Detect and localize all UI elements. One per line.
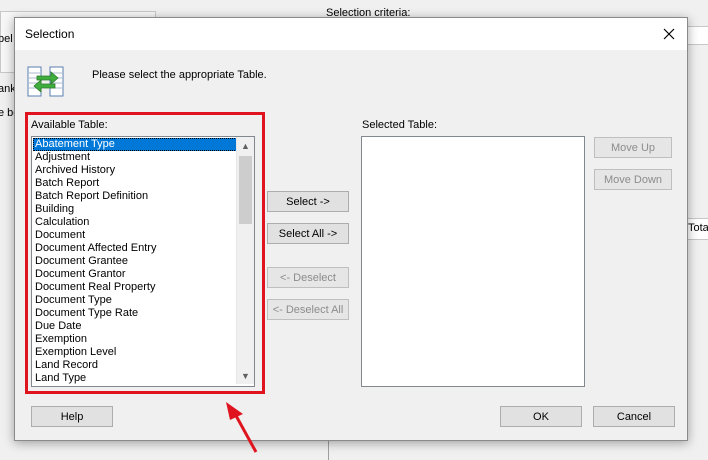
list-item[interactable]: Document Type Rate [33,307,237,320]
list-item[interactable]: Archived History [33,164,237,177]
list-item[interactable]: Document Grantee [33,255,237,268]
selected-table-label: Selected Table: [362,119,438,131]
dialog-titlebar: Selection [15,18,687,50]
deselect-all-button[interactable]: <- Deselect All [267,299,349,320]
help-button[interactable]: Help [31,406,113,427]
table-swap-icon [27,64,65,98]
background-vertical-line [328,440,329,460]
list-item[interactable]: Document Affected Entry [33,242,237,255]
list-item[interactable]: Land Record [33,359,237,372]
list-item[interactable]: Land Type [33,372,237,385]
list-item[interactable]: Document [33,229,237,242]
selection-dialog: Selection Please select the appropriate … [14,17,688,441]
instruction-text: Please select the appropriate Table. [92,69,267,81]
selected-table-list[interactable] [361,136,585,387]
move-up-button[interactable]: Move Up [594,137,672,158]
list-item[interactable]: Adjustment [33,151,237,164]
list-item[interactable]: Abatement Type [33,138,237,151]
list-item[interactable]: Batch Report Definition [33,190,237,203]
available-table-label: Available Table: [31,119,108,131]
available-list-scrollbar[interactable]: ▲ ▼ [236,137,254,384]
select-all-button[interactable]: Select All -> [267,223,349,244]
available-table-items: Abatement Type Adjustment Archived History… [33,138,237,385]
available-table-list[interactable]: Abatement Type Adjustment Archived History… [31,136,255,387]
list-item[interactable]: Due Date [33,320,237,333]
list-item[interactable]: Exemption [33,333,237,346]
list-item[interactable]: Document Type [33,294,237,307]
list-item[interactable]: Exemption Level [33,346,237,359]
cancel-button[interactable]: Cancel [593,406,675,427]
dialog-title: Selection [25,27,75,41]
list-item[interactable]: Batch Report [33,177,237,190]
deselect-button[interactable]: <- Deselect [267,267,349,288]
background-right-field [686,26,708,45]
list-item[interactable]: Document Grantor [33,268,237,281]
background-fragment-1: bel [0,33,13,45]
move-down-button[interactable]: Move Down [594,169,672,190]
list-item[interactable]: Document Real Property [33,281,237,294]
scroll-thumb[interactable] [239,156,252,224]
background-total-fragment: Tota [688,222,708,234]
scroll-down-icon[interactable]: ▼ [237,367,254,384]
scroll-up-icon[interactable]: ▲ [237,137,254,154]
select-button[interactable]: Select -> [267,191,349,212]
close-icon[interactable] [651,18,687,50]
list-item[interactable]: Calculation [33,216,237,229]
list-item[interactable]: Building [33,203,237,216]
ok-button[interactable]: OK [500,406,582,427]
